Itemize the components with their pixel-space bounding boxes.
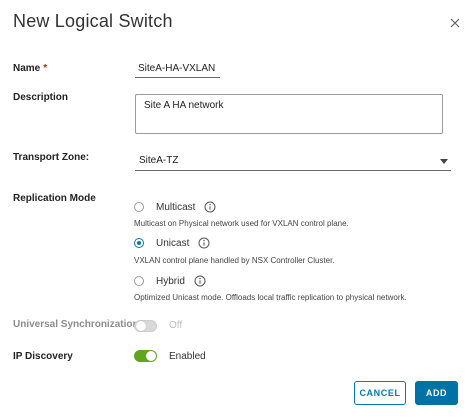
name-input[interactable]: [135, 60, 220, 78]
info-icon[interactable]: [194, 275, 206, 287]
toggle-knob: [146, 351, 156, 361]
transport-zone-value: SiteA-TZ: [139, 155, 179, 166]
radio-label-unicast: Unicast: [156, 237, 190, 249]
ip-discovery-state: Enabled: [169, 351, 206, 362]
unicast-description: VXLAN control plane handled by NSX Contr…: [134, 256, 335, 265]
radio-label-multicast: Multicast: [156, 201, 196, 213]
universal-sync-toggle[interactable]: [134, 320, 157, 332]
description-textarea[interactable]: Site A HA network: [135, 94, 443, 134]
caret-down-icon: [440, 159, 448, 164]
universal-sync-label: Universal Synchronization:: [13, 319, 142, 330]
radio-button-checked[interactable]: [134, 238, 144, 248]
radio-button[interactable]: [134, 276, 144, 286]
radio-button[interactable]: [134, 202, 144, 212]
ip-discovery-toggle[interactable]: [134, 350, 157, 362]
info-icon[interactable]: [198, 237, 210, 249]
radio-unicast[interactable]: Unicast: [134, 236, 210, 250]
cancel-button[interactable]: CANCEL: [354, 381, 406, 405]
transport-zone-label: Transport Zone:: [13, 152, 90, 163]
dialog-title: New Logical Switch: [13, 11, 173, 31]
info-icon[interactable]: [204, 201, 216, 213]
multicast-description: Multicast on Physical network used for V…: [134, 219, 349, 228]
name-label: Name *: [13, 63, 48, 74]
radio-hybrid[interactable]: Hybrid: [134, 274, 206, 288]
hybrid-description: Optimized Unicast mode. Offloads local t…: [134, 293, 407, 302]
required-mark: *: [43, 63, 48, 74]
close-icon[interactable]: [446, 14, 464, 32]
radio-multicast[interactable]: Multicast: [134, 200, 216, 214]
ip-discovery-label: IP Discovery: [13, 351, 73, 362]
toggle-knob: [136, 321, 146, 331]
radio-label-hybrid: Hybrid: [156, 275, 185, 287]
transport-zone-select[interactable]: SiteA-TZ: [135, 151, 451, 171]
add-button[interactable]: ADD: [415, 381, 458, 405]
universal-sync-state: Off: [169, 320, 183, 331]
description-label: Description: [13, 92, 69, 103]
replication-mode-label: Replication Mode: [13, 193, 96, 204]
